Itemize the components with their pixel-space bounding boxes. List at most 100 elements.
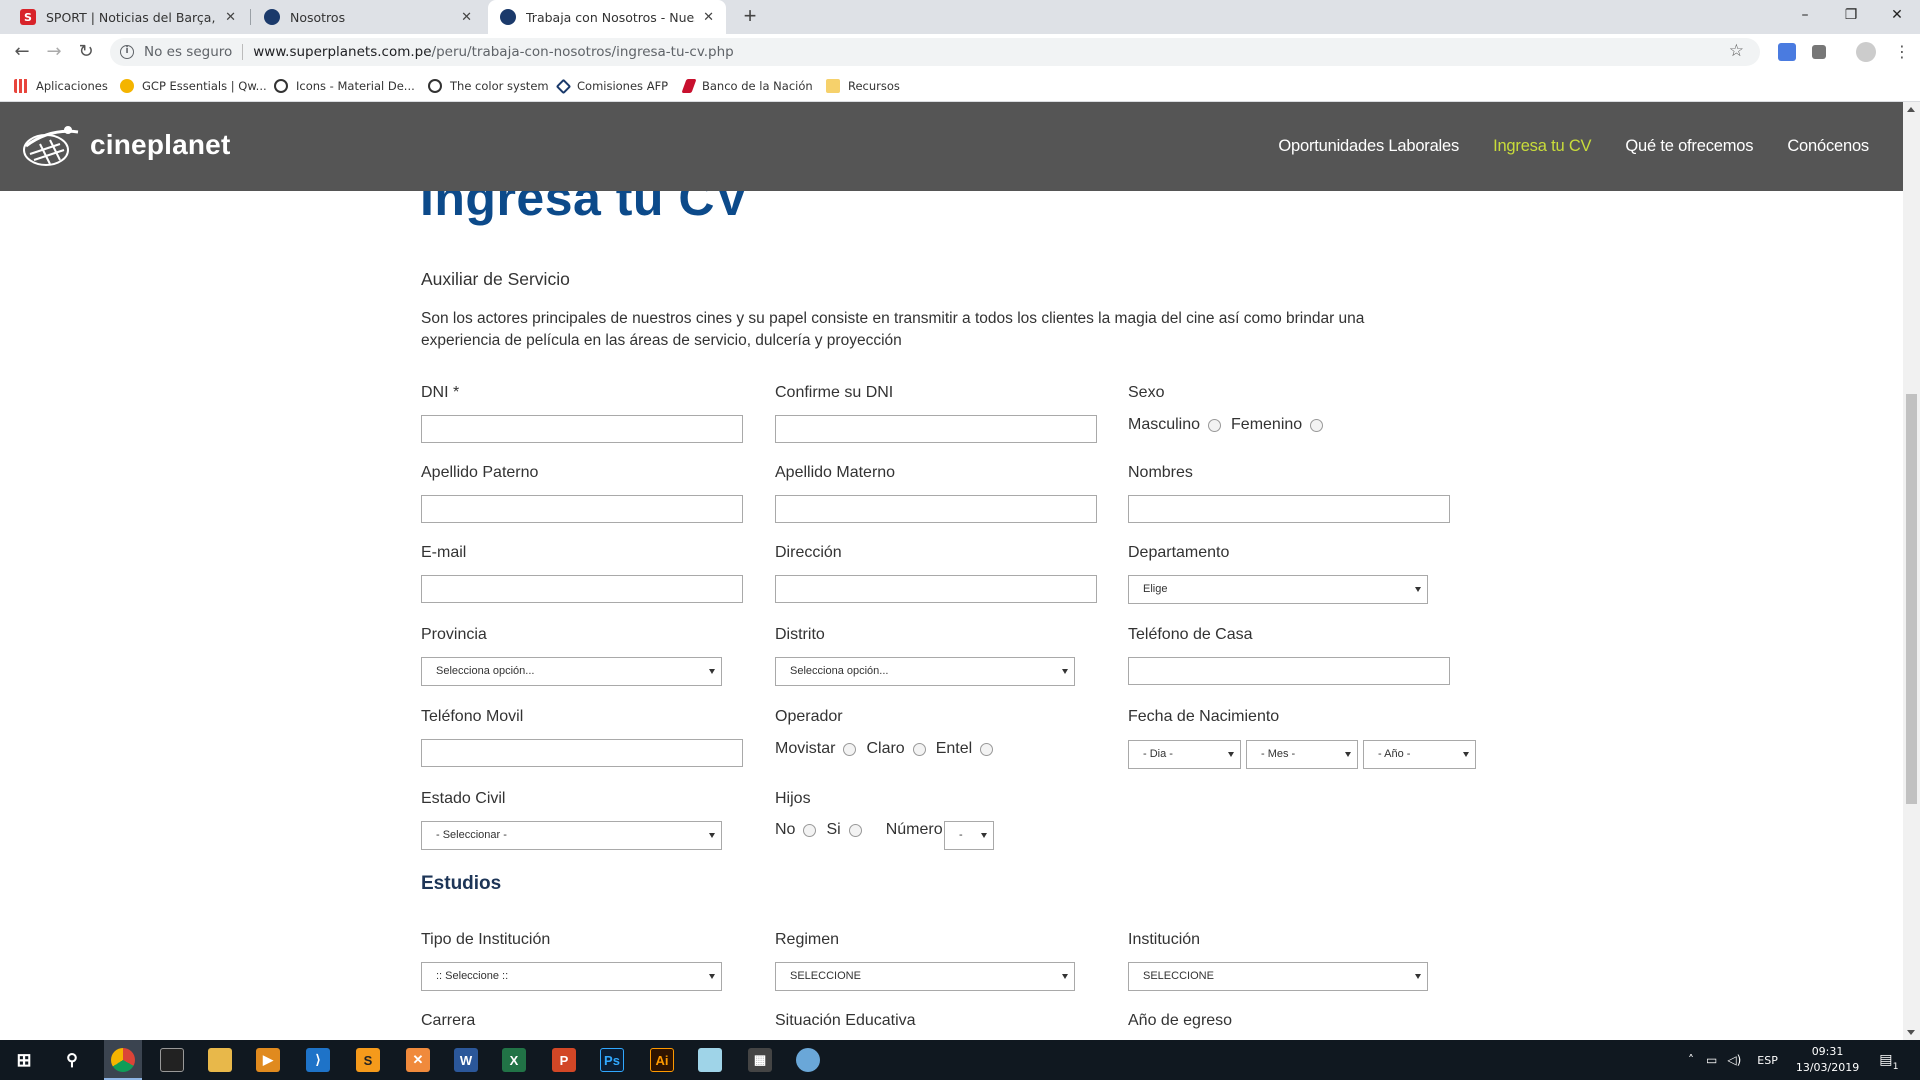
volume-icon[interactable]: ◁): [1727, 1053, 1741, 1067]
select-value: SELECCIONE: [1143, 970, 1214, 982]
femenino-label: Femenino: [1231, 416, 1303, 433]
reload-button[interactable]: ↻: [74, 40, 98, 64]
claro-radio[interactable]: [912, 742, 926, 756]
bookmark-gcp-essentials[interactable]: GCP Essentials | Qw...: [120, 76, 267, 96]
apellido-paterno-input[interactable]: [421, 495, 743, 523]
media-player-icon[interactable]: ▶: [256, 1048, 280, 1072]
telefono-movil-input[interactable]: [421, 739, 743, 767]
scroll-down-arrow-icon[interactable]: [1907, 1030, 1915, 1035]
regimen-select[interactable]: SELECCIONE: [775, 962, 1075, 991]
excel-icon[interactable]: X: [502, 1048, 526, 1072]
sexo-radio-group: Masculino Femenino: [1128, 416, 1333, 434]
word-icon[interactable]: W: [454, 1048, 478, 1072]
file-explorer-icon[interactable]: [208, 1048, 232, 1072]
bookmark-star-icon[interactable]: ☆: [1729, 41, 1744, 61]
no-radio[interactable]: [803, 823, 817, 837]
select-value: :: Seleccione ::: [436, 970, 509, 982]
bookmark-comisiones-afp[interactable]: Comisiones AFP: [555, 76, 668, 96]
numero-hijos-select[interactable]: -: [944, 821, 994, 850]
si-radio[interactable]: [848, 823, 862, 837]
address-divider: [242, 44, 244, 60]
hijos-radio-group: No Si Número: [775, 821, 943, 839]
page-scrollbar[interactable]: [1903, 102, 1920, 1040]
dni-label: DNI *: [421, 384, 460, 401]
scroll-up-arrow-icon[interactable]: [1907, 107, 1915, 112]
entel-radio[interactable]: [980, 742, 994, 756]
bookmark-banco-nacion[interactable]: Banco de la Nación: [681, 76, 813, 96]
tab-nosotros[interactable]: Nosotros ✕: [252, 0, 484, 34]
close-tab-icon[interactable]: ✕: [461, 10, 472, 25]
movistar-radio[interactable]: [843, 742, 857, 756]
windows-start-icon[interactable]: ⊞: [12, 1048, 36, 1072]
select-value: SELECCIONE: [790, 970, 861, 982]
cineplanet-favicon-icon: [500, 9, 516, 25]
search-icon[interactable]: ⚲: [60, 1048, 84, 1072]
sublime-text-icon[interactable]: S: [356, 1048, 380, 1072]
paint-app-icon[interactable]: [796, 1048, 820, 1072]
estado-civil-label: Estado Civil: [421, 790, 506, 807]
new-tab-button[interactable]: +: [738, 5, 762, 29]
color-picker-extension-icon[interactable]: [1812, 45, 1826, 59]
address-bar[interactable]: i No es seguro www.superplanets.com.pe /…: [110, 38, 1760, 66]
translate-extension-icon[interactable]: [1778, 43, 1796, 61]
confirm-dni-input[interactable]: [775, 415, 1097, 443]
chrome-icon[interactable]: [111, 1048, 135, 1072]
email-input[interactable]: [421, 575, 743, 603]
nombres-label: Nombres: [1128, 464, 1193, 481]
close-tab-icon[interactable]: ✕: [703, 10, 714, 25]
close-window-button[interactable]: ✕: [1874, 0, 1920, 30]
show-hidden-icons-icon[interactable]: ˄: [1688, 1053, 1694, 1067]
nombres-input[interactable]: [1128, 495, 1450, 523]
bookmark-aplicaciones[interactable]: Aplicaciones: [14, 76, 108, 96]
profile-avatar-icon[interactable]: [1856, 42, 1876, 62]
bookmark-color-system[interactable]: The color system: [428, 76, 549, 96]
estado-civil-select[interactable]: - Seleccionar -: [421, 821, 722, 850]
provincia-select[interactable]: Selecciona opción...: [421, 657, 722, 686]
nav-ingresa-tu-cv[interactable]: Ingresa tu CV: [1493, 137, 1591, 156]
tab-trabaja-con-nosotros[interactable]: Trabaja con Nosotros - Nuestra E ✕: [488, 0, 726, 34]
dia-select[interactable]: - Dia -: [1128, 740, 1241, 769]
mes-select[interactable]: - Mes -: [1246, 740, 1358, 769]
fecha-nacimiento-label: Fecha de Nacimiento: [1128, 708, 1280, 725]
network-icon[interactable]: ▭: [1706, 1053, 1717, 1067]
clock[interactable]: 09:31 13/03/2019: [1796, 1044, 1859, 1076]
terminal-icon[interactable]: [160, 1048, 184, 1072]
banco-nacion-icon: [681, 79, 697, 93]
apellido-materno-input[interactable]: [775, 495, 1097, 523]
forward-button[interactable]: →: [42, 40, 66, 64]
close-tab-icon[interactable]: ✕: [225, 10, 236, 25]
nav-oportunidades-laborales[interactable]: Oportunidades Laborales: [1278, 137, 1459, 156]
anio-select[interactable]: - Año -: [1363, 740, 1476, 769]
input-language[interactable]: ESP: [1757, 1054, 1778, 1067]
photoshop-icon[interactable]: Ps: [600, 1048, 624, 1072]
dni-input[interactable]: [421, 415, 743, 443]
departamento-select[interactable]: Elige: [1128, 575, 1428, 604]
notes-app-icon[interactable]: [698, 1048, 722, 1072]
powerpoint-icon[interactable]: P: [552, 1048, 576, 1072]
masculino-radio[interactable]: [1208, 418, 1222, 432]
calculator-icon[interactable]: ▦: [748, 1048, 772, 1072]
nav-conocenos[interactable]: Conócenos: [1787, 137, 1869, 156]
tab-sport[interactable]: S SPORT | Noticias del Barça, La Liga ✕: [8, 0, 248, 34]
institucion-select[interactable]: SELECCIONE: [1128, 962, 1428, 991]
nav-que-te-ofrecemos[interactable]: Qué te ofrecemos: [1625, 137, 1753, 156]
femenino-radio[interactable]: [1310, 418, 1324, 432]
info-icon[interactable]: i: [120, 45, 134, 59]
browser-menu-icon[interactable]: ⋮: [1890, 40, 1914, 64]
back-button[interactable]: ←: [10, 40, 34, 64]
tipo-institucion-select[interactable]: :: Seleccione ::: [421, 962, 722, 991]
telefono-casa-input[interactable]: [1128, 657, 1450, 685]
select-value: - Año -: [1378, 748, 1411, 760]
illustrator-icon[interactable]: Ai: [650, 1048, 674, 1072]
notifications-icon[interactable]: ▤ 1: [1879, 1052, 1898, 1072]
bookmark-icons-material[interactable]: Icons - Material De...: [274, 76, 415, 96]
maximize-button[interactable]: ❐: [1828, 0, 1874, 30]
vscode-icon[interactable]: ⟩: [306, 1048, 330, 1072]
bookmark-recursos[interactable]: Recursos: [826, 76, 900, 96]
minimize-button[interactable]: –: [1782, 0, 1828, 30]
cineplanet-logo[interactable]: cineplanet: [20, 122, 230, 168]
git-app-icon[interactable]: ✕: [406, 1048, 430, 1072]
distrito-select[interactable]: Selecciona opción...: [775, 657, 1075, 686]
scrollbar-thumb[interactable]: [1906, 394, 1917, 804]
direccion-input[interactable]: [775, 575, 1097, 603]
